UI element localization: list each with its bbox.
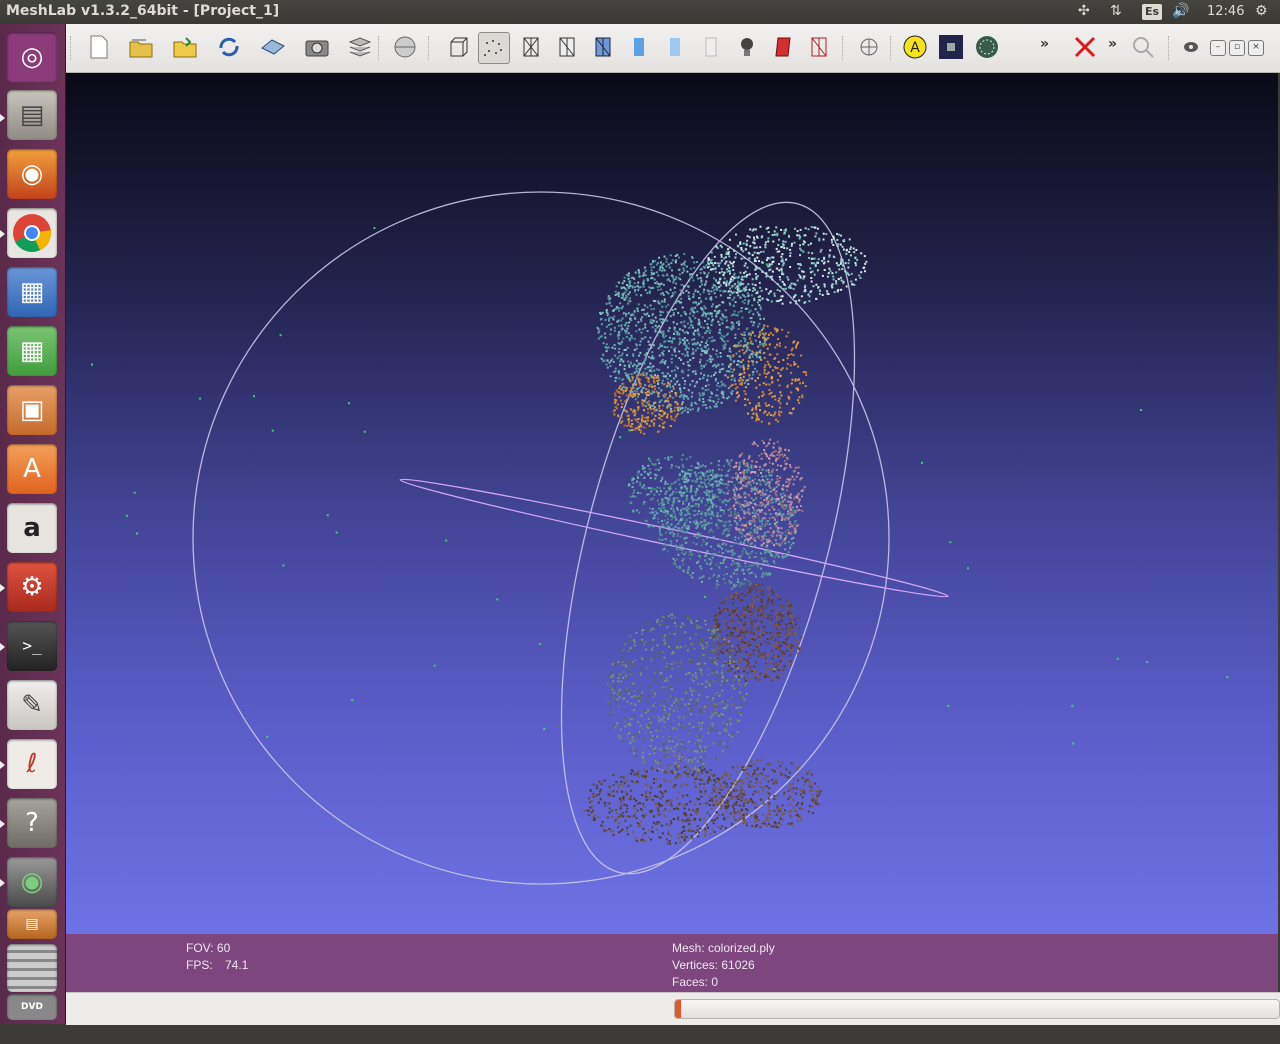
software-center-button[interactable]: A [7,444,57,494]
firefox-icon: ◉ [7,149,57,199]
reload-icon[interactable] [216,34,242,60]
import-mesh-icon[interactable] [172,34,198,60]
workspaces-button[interactable]: ▤ [7,909,57,939]
files-button[interactable]: ▤ [7,90,57,140]
amazon-icon: a [7,503,57,553]
text-editor-button[interactable]: ✎ [7,680,57,730]
ubuntu-logo-icon: ◎ [7,32,57,82]
light-bulb-icon[interactable] [734,34,760,60]
layers-icon[interactable] [347,34,373,60]
info-overlay: FOV: 60 FPS: 74.1 Mesh: colorized.ply Ve… [66,934,1278,992]
hidden-lines-icon[interactable] [554,34,580,60]
pdf-viewer-button[interactable]: ℓ [7,739,57,789]
help-button[interactable]: ? [7,798,57,848]
window-title: MeshLab v1.3.2_64bit - [Project_1] [6,3,279,19]
meshlab-button[interactable]: ◉ [7,857,57,907]
settings-wrench-icon: ⚙ [7,562,57,612]
shopping-bag-icon: A [7,444,57,494]
flat-render-icon[interactable] [626,34,652,60]
volume-icon[interactable]: 🔊 [1172,3,1189,19]
texture-render-icon[interactable] [698,34,724,60]
wireframe-render-icon[interactable] [518,34,544,60]
firefox-button[interactable]: ◉ [7,149,57,199]
dvd-button[interactable]: DVD [7,994,57,1020]
3d-viewport[interactable] [66,73,1278,934]
writer-doc-icon: ▦ [7,267,57,317]
flat-lines-icon[interactable] [590,34,616,60]
trackball-gizmo[interactable] [193,173,950,904]
terminal-button[interactable]: >_ [7,621,57,671]
launcher: ◎ ▤ ◉ ▦ ▦ ▣ A a ⚙ >_ ✎ ℓ ? ◉ ▤ ▥ [0,24,66,1024]
impress-slide-icon: ▣ [7,385,57,435]
chrome-button[interactable] [7,208,57,258]
open-project-icon[interactable] [128,34,154,60]
network-icon[interactable]: ✣ [1078,3,1090,19]
calc-button[interactable]: ▦ [7,326,57,376]
calc-sheet-icon: ▦ [7,326,57,376]
point-cloud [91,226,1228,845]
clock[interactable]: 12:46 [1207,4,1244,19]
progress-fill [675,1000,681,1018]
top-panel: MeshLab v1.3.2_64bit - [Project_1] ✣ ⇅ E… [0,0,1280,24]
fps-value: 74.1 [225,958,248,972]
more-tools-chevron[interactable]: » [1040,36,1049,52]
backface-icon[interactable] [770,34,796,60]
terminal-icon: >_ [7,621,57,671]
restore-button[interactable]: ▫ [1229,40,1245,56]
search-zoom-icon[interactable] [1130,34,1156,60]
help-icon: ? [7,798,57,848]
status-bar [66,992,1280,1025]
pdf-icon: ℓ [7,739,57,789]
photo-raster-icon[interactable] [938,34,964,60]
progress-bar [674,999,1280,1019]
impress-button[interactable]: ▣ [7,385,57,435]
vertices-count-label: Vertices: 61026 [672,958,755,972]
dvd-icon: DVD [7,994,57,1044]
smooth-render-icon[interactable] [662,34,688,60]
more-tools-chevron-2[interactable]: » [1108,36,1117,52]
fps-label: FPS: [186,958,213,972]
new-project-icon[interactable] [86,34,112,60]
text-editor-icon: ✎ [7,680,57,730]
writer-button[interactable]: ▦ [7,267,57,317]
keyboard-layout-indicator[interactable]: Es [1142,4,1162,20]
annotate-icon[interactable]: A [902,34,928,60]
main-toolbar: A » » – ▫ × [66,24,1280,73]
window-eye-icon[interactable] [1182,38,1200,56]
faces-count-label: Faces: 0 [672,975,718,989]
svg-text:A: A [910,40,920,56]
file-cabinet-icon: ▤ [7,90,57,140]
system-settings-button[interactable]: ⚙ [7,562,57,612]
export-mesh-icon[interactable] [260,34,286,60]
dot-pattern-icon[interactable] [974,34,1000,60]
cancel-red-x-icon[interactable] [1072,34,1098,60]
mesh-name-label: Mesh: colorized.ply [672,941,775,955]
render-sphere-icon[interactable] [392,34,418,60]
points-render-button[interactable] [478,32,510,64]
amazon-button[interactable]: a [7,503,57,553]
snapshot-icon[interactable] [304,34,330,60]
trackball-icon[interactable] [856,34,882,60]
selected-faces-icon[interactable] [806,34,832,60]
chrome-icon [7,208,57,258]
transfer-icon[interactable]: ⇅ [1110,3,1122,19]
minimize-button[interactable]: – [1210,40,1226,56]
points-render-icon [479,33,509,63]
close-button[interactable]: × [1248,40,1264,56]
fov-label: FOV: 60 [186,941,230,955]
eye-icon: ◉ [7,857,57,907]
bbox-render-icon[interactable] [446,34,472,60]
ubuntu-dash-button[interactable]: ◎ [7,32,57,82]
trash-button[interactable]: ▥ [7,944,57,992]
settings-gear-icon[interactable]: ⚙ [1255,3,1268,19]
point-cloud-render[interactable] [66,73,1278,934]
